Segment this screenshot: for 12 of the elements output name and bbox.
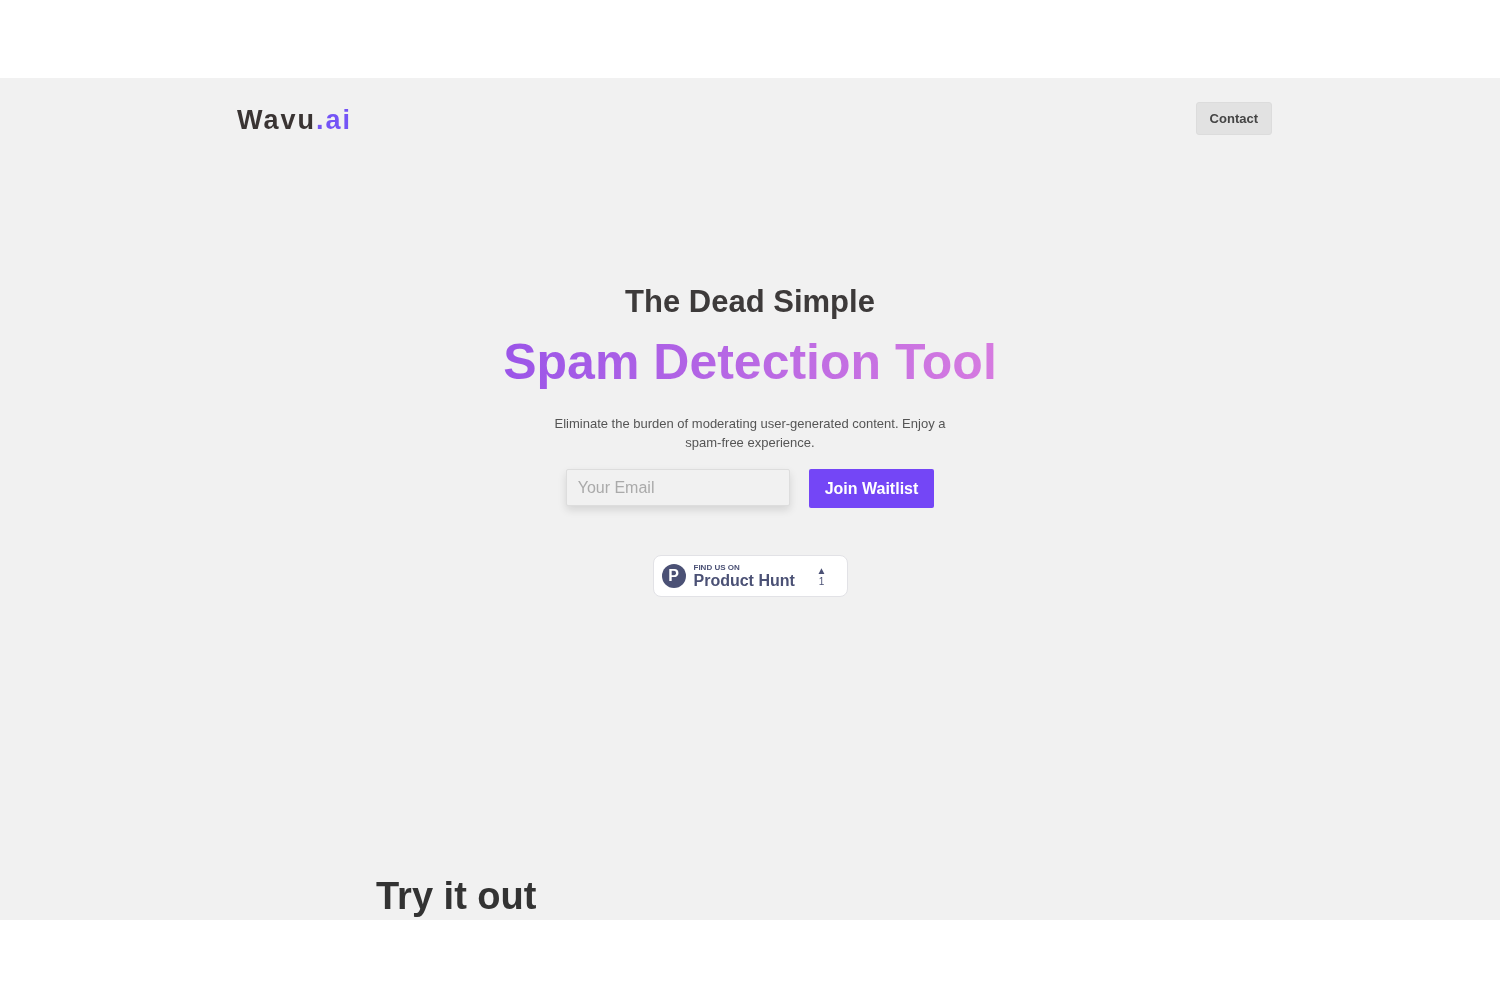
hero-description: Eliminate the burden of moderating user-generated content. Enjoy a spam-free experience. — [553, 415, 947, 452]
section-heading: Try it out — [376, 875, 538, 918]
email-field[interactable]: Your Email — [565, 469, 790, 506]
logo[interactable]: Wavu.ai — [237, 105, 353, 136]
contact-button[interactable]: Contact — [1195, 102, 1272, 135]
badge-title: Product Hunt — [693, 571, 795, 590]
hero-subtitle: The Dead Simple — [625, 284, 875, 320]
join-waitlist-button[interactable]: Join Waitlist — [808, 469, 935, 508]
badge-caption: FIND US ON — [693, 562, 741, 572]
vote-count: 1 — [818, 576, 825, 587]
upvote-arrow: ▲ — [816, 565, 827, 576]
product-hunt-logo: P — [661, 564, 686, 588]
